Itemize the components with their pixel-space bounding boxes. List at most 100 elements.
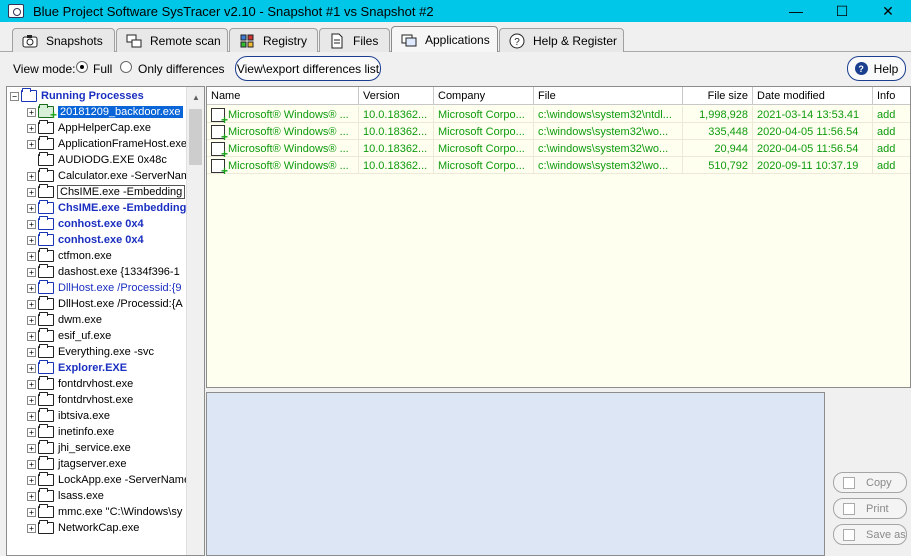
tree-item[interactable]: + fontdrvhost.exe bbox=[27, 376, 133, 392]
tree-item[interactable]: + jhi_service.exe bbox=[27, 440, 131, 456]
only-differences-radio[interactable] bbox=[120, 61, 132, 73]
expand-toggle[interactable]: + bbox=[27, 267, 36, 277]
tab-files[interactable]: Files bbox=[319, 28, 390, 52]
expand-toggle[interactable]: + bbox=[27, 171, 36, 181]
tree-item-label: ApplicationFrameHost.exe bbox=[58, 138, 188, 150]
tree-item[interactable]: + DllHost.exe /Processid:{A bbox=[27, 296, 183, 312]
expand-toggle[interactable]: + bbox=[27, 315, 36, 325]
expand-toggle[interactable]: + bbox=[27, 395, 36, 405]
expand-toggle[interactable]: + bbox=[27, 283, 36, 293]
tree-item[interactable]: + jtagserver.exe bbox=[27, 456, 126, 472]
minimize-button[interactable]: — bbox=[773, 0, 819, 22]
registry-icon bbox=[239, 33, 255, 49]
expand-toggle[interactable]: + bbox=[27, 331, 36, 341]
tree-item[interactable]: + ApplicationFrameHost.exe bbox=[27, 136, 187, 152]
tab-remote-scan[interactable]: Remote scan bbox=[116, 28, 228, 52]
tree-item[interactable]: + conhost.exe 0x4 bbox=[27, 232, 144, 248]
tree-scrollbar[interactable]: ▲ bbox=[186, 87, 204, 555]
maximize-button[interactable]: ☐ bbox=[819, 0, 865, 22]
tree-item[interactable]: + fontdrvhost.exe bbox=[27, 392, 133, 408]
expand-toggle[interactable]: + bbox=[27, 139, 36, 149]
tree-item[interactable]: +20181209_backdoor.exe bbox=[27, 104, 183, 122]
tree-item[interactable]: + lsass.exe bbox=[27, 488, 104, 504]
tree-root[interactable]: − Running Processes bbox=[10, 88, 144, 104]
table-row[interactable]: Microsoft® Windows® ... 10.0.18362... Micr… bbox=[207, 123, 910, 140]
tree-item[interactable]: + DllHost.exe /Processid:{9 bbox=[27, 280, 182, 296]
col-date-header[interactable]: Date modified bbox=[753, 87, 873, 105]
tree-item[interactable]: + NetworkCap.exe bbox=[27, 520, 139, 536]
table-row[interactable]: Microsoft® Windows® ... 10.0.18362... Micr… bbox=[207, 106, 910, 123]
expand-toggle[interactable]: + bbox=[27, 443, 36, 453]
tree-item-label: NetworkCap.exe bbox=[58, 522, 140, 534]
tree-item[interactable]: + ibtsiva.exe bbox=[27, 408, 110, 424]
col-info-header[interactable]: Info bbox=[873, 87, 910, 105]
cell-text: Microsoft® Windows® ... bbox=[228, 108, 349, 121]
tree-item-label: LockApp.exe -ServerName bbox=[58, 474, 191, 486]
tab-applications[interactable]: Applications bbox=[391, 26, 498, 53]
view-toolbar: View mode: Full Only differences View\ex… bbox=[0, 52, 911, 86]
table-cell: Microsoft Corpo... bbox=[434, 123, 534, 140]
col-file-header[interactable]: File bbox=[534, 87, 683, 105]
tree-item[interactable]: + mmc.exe "C:\Windows\sy bbox=[27, 504, 182, 520]
table-cell: 2021-03-14 13:53.41 bbox=[753, 106, 873, 123]
expand-toggle[interactable]: + bbox=[27, 347, 36, 357]
tree-item[interactable]: + dwm.exe bbox=[27, 312, 102, 328]
help-button[interactable]: ? Help bbox=[847, 56, 906, 81]
full-radio[interactable] bbox=[76, 61, 88, 73]
tree-item[interactable]: + dashost.exe {1334f396-1 bbox=[27, 264, 180, 280]
tree-item[interactable]: AUDIODG.EXE 0x48c bbox=[27, 152, 167, 168]
expand-toggle[interactable]: + bbox=[27, 475, 36, 485]
process-tree[interactable]: − Running Processes +20181209_backdoor.e… bbox=[6, 86, 205, 556]
tree-item[interactable]: + ChsIME.exe -Embedding bbox=[27, 184, 186, 200]
tree-item[interactable]: + Explorer.EXE bbox=[27, 360, 127, 376]
export-differences-button[interactable]: View\export differences list bbox=[235, 56, 381, 81]
expand-toggle[interactable]: + bbox=[27, 203, 36, 213]
expand-toggle[interactable]: + bbox=[27, 235, 36, 245]
expand-toggle[interactable]: + bbox=[27, 363, 36, 373]
scroll-up-icon[interactable]: ▲ bbox=[192, 93, 200, 102]
tree-item[interactable]: + inetinfo.exe bbox=[27, 424, 114, 440]
table-row[interactable]: Microsoft® Windows® ... 10.0.18362... Micr… bbox=[207, 157, 910, 174]
table-row[interactable]: Microsoft® Windows® ... 10.0.18362... Micr… bbox=[207, 140, 910, 157]
tree-item[interactable]: + ctfmon.exe bbox=[27, 248, 112, 264]
tree-item[interactable]: + Everything.exe -svc bbox=[27, 344, 154, 360]
expand-toggle[interactable]: + bbox=[27, 411, 36, 421]
expand-toggle[interactable]: + bbox=[27, 299, 36, 309]
col-name-header[interactable]: Name bbox=[207, 87, 359, 105]
col-company-header[interactable]: Company bbox=[434, 87, 534, 105]
grid-header: Name Version Company File File size Date… bbox=[207, 87, 910, 105]
scrollbar-thumb[interactable] bbox=[189, 109, 202, 165]
expand-toggle[interactable]: + bbox=[27, 123, 36, 133]
tree-item[interactable]: + Calculator.exe -ServerName bbox=[27, 168, 196, 184]
table-cell: 10.0.18362... bbox=[359, 106, 434, 123]
tree-item[interactable]: + ChsIME.exe -Embedding bbox=[27, 200, 186, 216]
expand-toggle[interactable]: + bbox=[27, 187, 36, 197]
tree-item[interactable]: + esif_uf.exe bbox=[27, 328, 111, 344]
tree-item-label: ChsIME.exe -Embedding bbox=[58, 202, 187, 214]
close-button[interactable]: ✕ bbox=[865, 0, 911, 22]
save-as-button[interactable]: Save as bbox=[833, 524, 907, 545]
print-button[interactable]: Print bbox=[833, 498, 907, 519]
expand-toggle[interactable]: + bbox=[27, 219, 36, 229]
tree-item[interactable]: + conhost.exe 0x4 bbox=[27, 216, 144, 232]
expand-toggle[interactable]: + bbox=[27, 459, 36, 469]
col-filesize-header[interactable]: File size bbox=[683, 87, 753, 105]
tab-snapshots[interactable]: Snapshots bbox=[12, 28, 115, 52]
expand-toggle[interactable]: + bbox=[27, 491, 36, 501]
expand-toggle[interactable]: + bbox=[27, 251, 36, 261]
tab-registry[interactable]: Registry bbox=[229, 28, 318, 52]
expand-toggle[interactable]: + bbox=[27, 107, 36, 117]
table-cell: c:\windows\system32\ntdl... bbox=[534, 106, 683, 123]
table-cell: Microsoft® Windows® ... bbox=[207, 157, 359, 174]
tree-item[interactable]: + AppHelperCap.exe bbox=[27, 120, 151, 136]
expand-toggle[interactable]: + bbox=[27, 523, 36, 533]
tree-item[interactable]: + LockApp.exe -ServerName bbox=[27, 472, 190, 488]
expand-toggle[interactable]: + bbox=[27, 427, 36, 437]
expand-toggle[interactable]: + bbox=[27, 379, 36, 389]
collapse-toggle[interactable]: − bbox=[10, 91, 19, 101]
tab-help-register[interactable]: ? Help & Register bbox=[499, 28, 624, 52]
expand-toggle[interactable]: + bbox=[27, 507, 36, 517]
tab-label: Files bbox=[353, 33, 379, 48]
col-version-header[interactable]: Version bbox=[359, 87, 434, 105]
copy-button[interactable]: Copy bbox=[833, 472, 907, 493]
